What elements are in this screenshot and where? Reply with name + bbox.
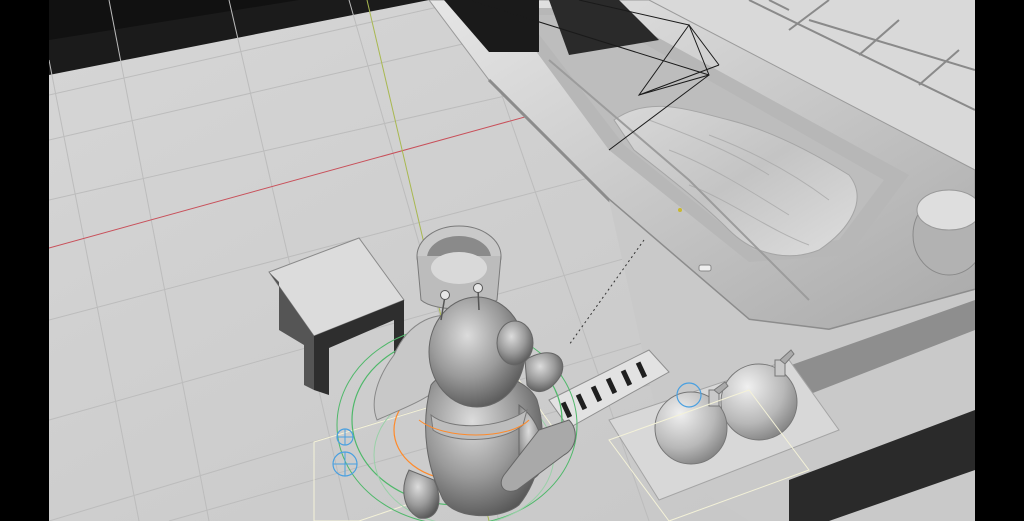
- camera-target-dot: [678, 208, 682, 212]
- right-letterbox: [975, 0, 1024, 521]
- left-letterbox: [0, 0, 49, 521]
- blender-viewport-window: [0, 0, 1024, 521]
- 3d-viewport[interactable]: [49, 0, 975, 521]
- bucket-object[interactable]: [416, 225, 502, 310]
- viewport-scene[interactable]: [49, 0, 975, 521]
- round-container-object[interactable]: [912, 189, 975, 276]
